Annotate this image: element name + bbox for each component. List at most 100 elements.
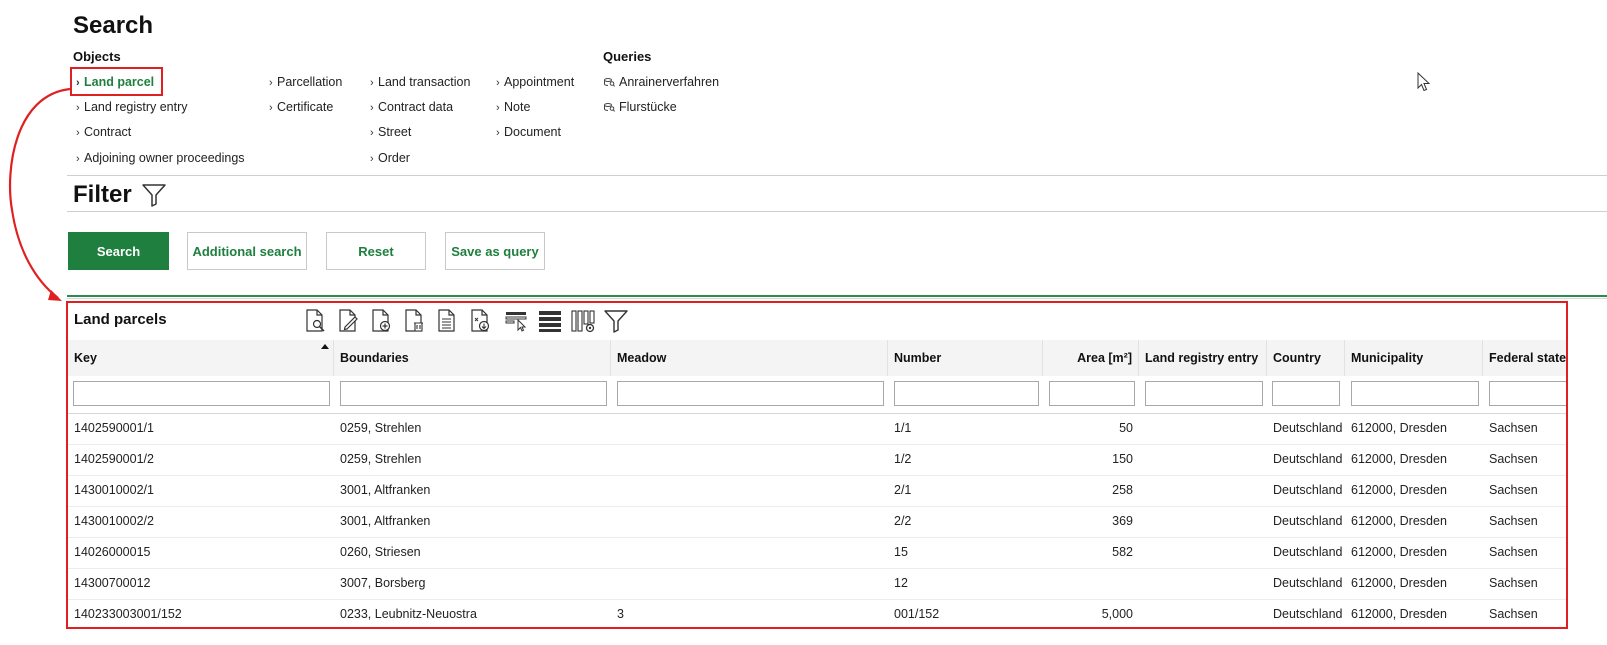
cell-municipality: 612000, Dresden: [1351, 545, 1447, 559]
object-link-adjoining-owner-proceedings[interactable]: › Adjoining owner proceedings: [76, 151, 245, 165]
cell-key: 1402590001/1: [74, 421, 154, 435]
cell-number: 1/1: [894, 421, 912, 435]
cell-federal-state: Sachsen: [1489, 483, 1538, 497]
column-header-number[interactable]: Number: [888, 340, 1043, 376]
cell-area: 5,000: [1101, 607, 1133, 621]
cell-meadow: [611, 413, 888, 444]
table-row[interactable]: 14300700012 3007, Borsberg 12 Deutschland 61…: [68, 568, 1566, 600]
table-row[interactable]: 1430010002/1 3001, Altfranken 2/1 258 Deutsc…: [68, 475, 1566, 507]
new-document-icon[interactable]: [368, 308, 394, 334]
area-filter-input[interactable]: [1049, 381, 1135, 406]
table-row[interactable]: 1402590001/2 0259, Strehlen 1/2 150 Deutschl…: [68, 444, 1566, 476]
cell-area: 582: [1112, 545, 1133, 559]
reset-button[interactable]: Reset: [326, 232, 426, 270]
cell-number: 2/1: [894, 483, 912, 497]
edit-document-icon[interactable]: [335, 308, 361, 334]
table-row[interactable]: 1430010002/2 3001, Altfranken 2/2 369 Deutsc…: [68, 506, 1566, 538]
object-link-parcellation[interactable]: › Parcellation: [269, 75, 342, 89]
object-link-street[interactable]: › Street: [370, 125, 411, 139]
object-link-order[interactable]: › Order: [370, 151, 410, 165]
key-filter-input[interactable]: [73, 381, 330, 406]
object-link-certificate[interactable]: › Certificate: [269, 100, 333, 114]
cell-land-registry-entry: [1139, 506, 1267, 537]
object-link-note[interactable]: › Note: [496, 100, 530, 114]
cell-number: 1/2: [894, 452, 912, 466]
cell-boundaries: 0233, Leubnitz-Neuostra: [340, 607, 477, 621]
object-link-appointment[interactable]: › Appointment: [496, 75, 574, 89]
meadow-filter-input[interactable]: [617, 381, 884, 406]
column-header-key[interactable]: Key: [68, 340, 334, 376]
column-header-country[interactable]: Country: [1267, 340, 1345, 376]
query-link-flurstuecke[interactable]: Flurstücke: [604, 100, 677, 114]
object-link-land-registry-entry[interactable]: › Land registry entry: [76, 100, 188, 114]
cell-number: 001/152: [894, 607, 940, 621]
cell-meadow: [611, 475, 888, 506]
divider: [67, 175, 1607, 176]
page-title: Search: [73, 12, 154, 39]
object-link-document[interactable]: › Document: [496, 125, 561, 139]
object-link-land-transaction[interactable]: › Land transaction: [370, 75, 470, 89]
cell-federal-state: Sachsen: [1489, 545, 1538, 559]
cell-boundaries: 0259, Strehlen: [340, 421, 422, 435]
cell-meadow: [611, 444, 888, 475]
filter-icon[interactable]: [603, 308, 629, 334]
municipality-filter-input[interactable]: [1351, 381, 1479, 406]
queries-label: Queries: [603, 49, 652, 64]
chevron-right-icon: ›: [496, 102, 500, 114]
chevron-right-icon: ›: [370, 102, 374, 114]
divider: [67, 211, 1607, 212]
chevron-right-icon: ›: [496, 77, 500, 89]
cell-municipality: 612000, Dresden: [1351, 514, 1447, 528]
cell-area: 369: [1112, 514, 1133, 528]
column-header-meadow[interactable]: Meadow: [611, 340, 888, 376]
cell-area: 150: [1112, 452, 1133, 466]
column-header-area[interactable]: Area [m²]: [1043, 340, 1139, 376]
sort-ascending-icon: [321, 344, 329, 349]
land-registry-entry-filter-input[interactable]: [1145, 381, 1263, 406]
objects-label: Objects: [73, 49, 121, 64]
document-icon[interactable]: [434, 308, 460, 334]
cell-federal-state: Sachsen: [1489, 514, 1538, 528]
chevron-right-icon: ›: [76, 127, 80, 139]
chevron-right-icon: ›: [370, 153, 374, 165]
column-header-land-registry-entry[interactable]: Land registry entry: [1139, 340, 1267, 376]
cell-country: Deutschland: [1273, 576, 1343, 590]
view-document-icon[interactable]: [302, 308, 328, 334]
chevron-right-icon: ›: [370, 77, 374, 89]
query-link-anrainerverfahren[interactable]: Anrainerverfahren: [604, 75, 719, 89]
column-settings-icon[interactable]: [570, 308, 596, 334]
funnel-icon[interactable]: [141, 182, 167, 208]
column-header-federal-state[interactable]: Federal state: [1483, 340, 1566, 376]
number-filter-input[interactable]: [894, 381, 1039, 406]
federal-state-filter-input[interactable]: [1489, 381, 1566, 406]
table-row[interactable]: 14026000015 0260, Striesen 15 582 Deutschlan…: [68, 537, 1566, 569]
chevron-right-icon: ›: [269, 77, 273, 89]
cell-meadow: 3: [617, 607, 624, 621]
country-filter-input[interactable]: [1272, 381, 1340, 406]
mouse-cursor-icon: [1417, 72, 1431, 92]
column-header-municipality[interactable]: Municipality: [1345, 340, 1483, 376]
cell-country: Deutschland: [1273, 452, 1343, 466]
table-row[interactable]: 140233003001/152 0233, Leubnitz-Neuostra 3…: [68, 599, 1566, 627]
highlight-box: [70, 67, 163, 96]
cell-country: Deutschland: [1273, 483, 1343, 497]
cell-federal-state: Sachsen: [1489, 576, 1538, 590]
delete-document-icon[interactable]: [401, 308, 427, 334]
boundaries-filter-input[interactable]: [340, 381, 607, 406]
search-button[interactable]: Search: [68, 232, 169, 270]
object-link-contract-data[interactable]: › Contract data: [370, 100, 453, 114]
object-link-contract[interactable]: › Contract: [76, 125, 131, 139]
additional-search-button[interactable]: Additional search: [187, 232, 307, 270]
results-title: Land parcels: [74, 311, 167, 328]
cell-boundaries: 0260, Striesen: [340, 545, 421, 559]
cell-municipality: 612000, Dresden: [1351, 452, 1447, 466]
table-row[interactable]: 1402590001/1 0259, Strehlen 1/1 50 Deutschla…: [68, 413, 1566, 445]
cell-number: 2/2: [894, 514, 912, 528]
chevron-right-icon: ›: [496, 127, 500, 139]
highlight-select-icon[interactable]: [504, 308, 530, 334]
list-view-icon[interactable]: [537, 308, 563, 334]
export-document-icon[interactable]: [467, 308, 493, 334]
save-as-query-button[interactable]: Save as query: [445, 232, 545, 270]
column-header-boundaries[interactable]: Boundaries: [334, 340, 611, 376]
chevron-right-icon: ›: [76, 102, 80, 114]
